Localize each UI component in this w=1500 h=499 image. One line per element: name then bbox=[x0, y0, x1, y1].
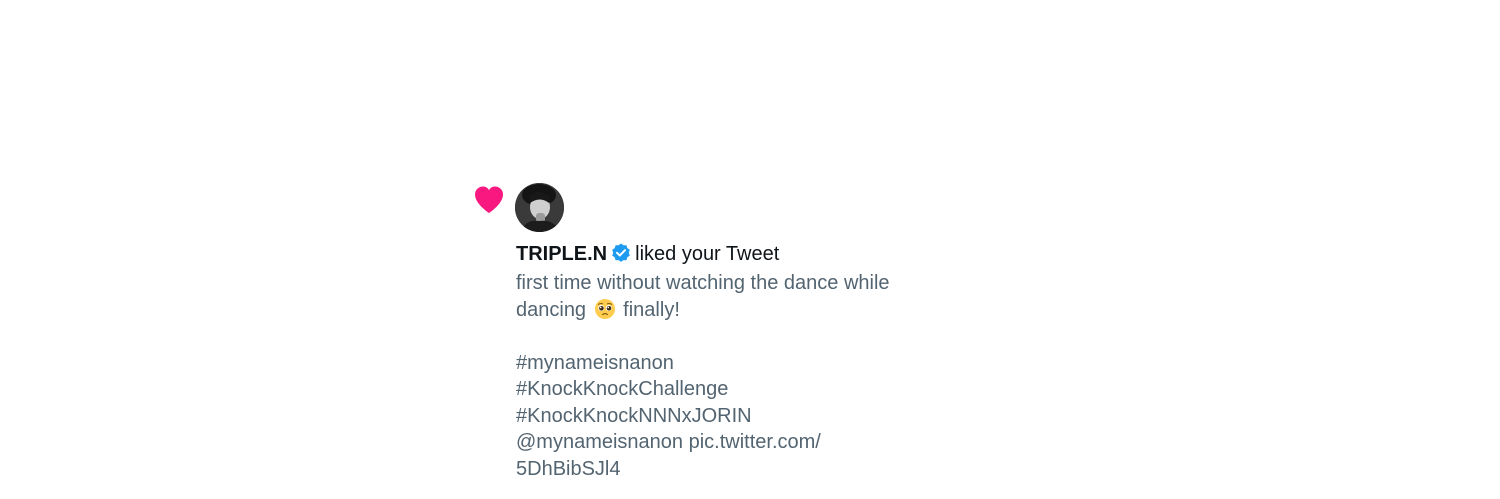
tweet-text[interactable]: first time without watching the dance wh… bbox=[516, 270, 976, 482]
tweet-line-2: dancing finally! bbox=[516, 297, 976, 324]
pleading-face-emoji-icon bbox=[594, 298, 615, 319]
avatar-photo bbox=[515, 183, 564, 232]
notification-body: TRIPLE.N liked your Tweet first time wit… bbox=[516, 240, 976, 482]
verified-badge-icon bbox=[612, 243, 630, 262]
hashtag-knockknocknnnxjorin[interactable]: #KnockKnockNNNxJORIN bbox=[516, 403, 976, 430]
hashtag-mynameisnanon[interactable]: #mynameisnanon bbox=[516, 350, 976, 377]
action-text: liked your Tweet bbox=[635, 243, 780, 265]
user-name[interactable]: TRIPLE.N bbox=[516, 243, 607, 265]
tweet-line-1: first time without watching the dance wh… bbox=[516, 272, 890, 294]
page: TRIPLE.N liked your Tweet first time wit… bbox=[0, 0, 1500, 499]
tweet-text-dancing: dancing bbox=[516, 298, 592, 321]
mention-and-link[interactable]: @mynameisnanon pic.twitter.com/ bbox=[516, 429, 976, 456]
notification-header: TRIPLE.N liked your Tweet bbox=[516, 240, 976, 268]
hashtag-knockknockchallenge[interactable]: #KnockKnockChallenge bbox=[516, 376, 976, 403]
tweet-text-finally: finally! bbox=[617, 298, 680, 321]
link-end[interactable]: 5DhBibSJl4 bbox=[516, 456, 976, 483]
heart-icon bbox=[475, 186, 503, 213]
avatar[interactable] bbox=[515, 183, 564, 232]
